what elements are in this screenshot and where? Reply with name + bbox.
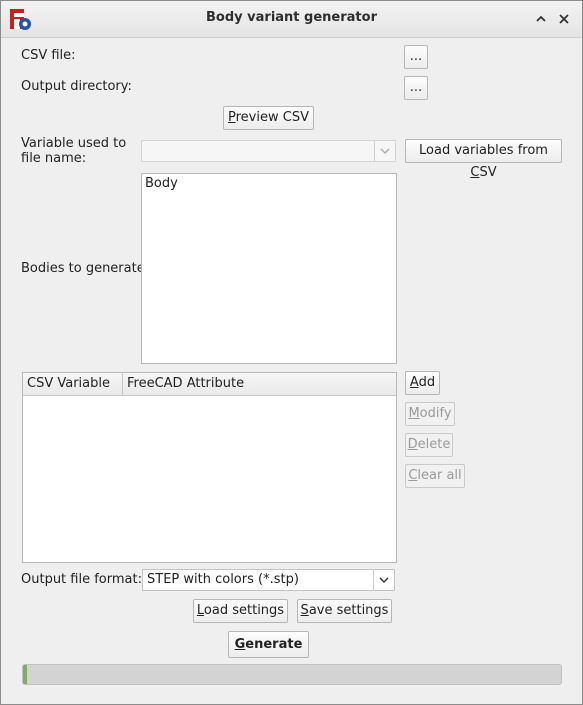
- output-directory-label: Output directory:: [21, 79, 132, 94]
- load-settings-label: oad settings: [203, 603, 285, 618]
- preview-csv-button[interactable]: Preview CSV: [223, 106, 314, 130]
- collapse-window-button[interactable]: [531, 9, 551, 29]
- table-header: CSV Variable FreeCAD Attribute: [23, 373, 396, 396]
- preview-csv-label: review CSV: [235, 110, 309, 125]
- load-variables-label: Load variables from: [419, 143, 548, 158]
- save-settings-label: ave settings: [308, 603, 389, 618]
- load-settings-button[interactable]: Load settings: [193, 599, 288, 623]
- column-divider[interactable]: [122, 373, 123, 395]
- generation-progress-bar: [22, 664, 562, 685]
- clear-all-mappings-button[interactable]: Clear all: [405, 464, 465, 488]
- save-settings-mnemonic: S: [300, 603, 309, 618]
- close-window-button[interactable]: [554, 9, 574, 29]
- bodies-to-generate-label: Bodies to generate:: [21, 261, 150, 276]
- generate-label: enerate: [245, 637, 303, 652]
- csv-file-browse-button[interactable]: ...: [404, 45, 428, 69]
- preview-csv-mnemonic: P: [228, 110, 236, 125]
- chevron-down-icon: [374, 141, 395, 161]
- chevron-down-icon: [373, 570, 394, 590]
- save-settings-button[interactable]: Save settings: [297, 599, 392, 623]
- column-header-freecad-attribute[interactable]: FreeCAD Attribute: [127, 376, 244, 391]
- add-mnemonic: A: [409, 375, 419, 390]
- dialog-window: Body variant generator CSV file: ... Out…: [0, 0, 583, 705]
- file-name-variable-label-line1: Variable used to: [21, 136, 127, 151]
- window-title: Body variant generator: [206, 10, 377, 25]
- generate-button[interactable]: Generate: [228, 631, 309, 658]
- output-file-format-select[interactable]: STEP with colors (*.stp): [142, 569, 395, 591]
- title-bar[interactable]: Body variant generator: [1, 1, 582, 38]
- chevron-up-icon: [536, 15, 546, 22]
- delete-mnemonic: D: [407, 437, 418, 452]
- delete-label: elete: [417, 437, 451, 452]
- modify-label: odify: [419, 406, 452, 421]
- load-settings-mnemonic: L: [196, 603, 204, 618]
- modify-mapping-button[interactable]: Modify: [405, 402, 455, 426]
- delete-mapping-button[interactable]: Delete: [405, 433, 453, 457]
- generate-mnemonic: G: [234, 637, 246, 652]
- progress-fill: [23, 665, 28, 684]
- output-file-format-value: STEP with colors (*.stp): [147, 572, 299, 587]
- output-directory-browse-button[interactable]: ...: [404, 76, 428, 100]
- modify-mnemonic: M: [408, 406, 420, 421]
- list-item[interactable]: Body: [145, 176, 178, 191]
- variable-mapping-table[interactable]: CSV Variable FreeCAD Attribute: [22, 372, 397, 563]
- close-icon: [559, 14, 569, 24]
- add-label: dd: [418, 375, 436, 390]
- bodies-list[interactable]: Body: [141, 173, 397, 364]
- file-name-variable-select[interactable]: [141, 140, 396, 162]
- add-mapping-button[interactable]: Add: [405, 371, 440, 395]
- clear-all-label: lear all: [417, 468, 462, 483]
- column-header-csv-variable[interactable]: CSV Variable: [27, 376, 110, 391]
- file-name-variable-label-line2: file name:: [21, 151, 87, 166]
- load-variables-from-csv-button[interactable]: Load variables from CSV: [405, 139, 562, 180]
- load-variables-label-post: SV: [479, 165, 497, 180]
- output-file-format-label: Output file format:: [21, 572, 142, 587]
- csv-file-label: CSV file:: [21, 48, 76, 63]
